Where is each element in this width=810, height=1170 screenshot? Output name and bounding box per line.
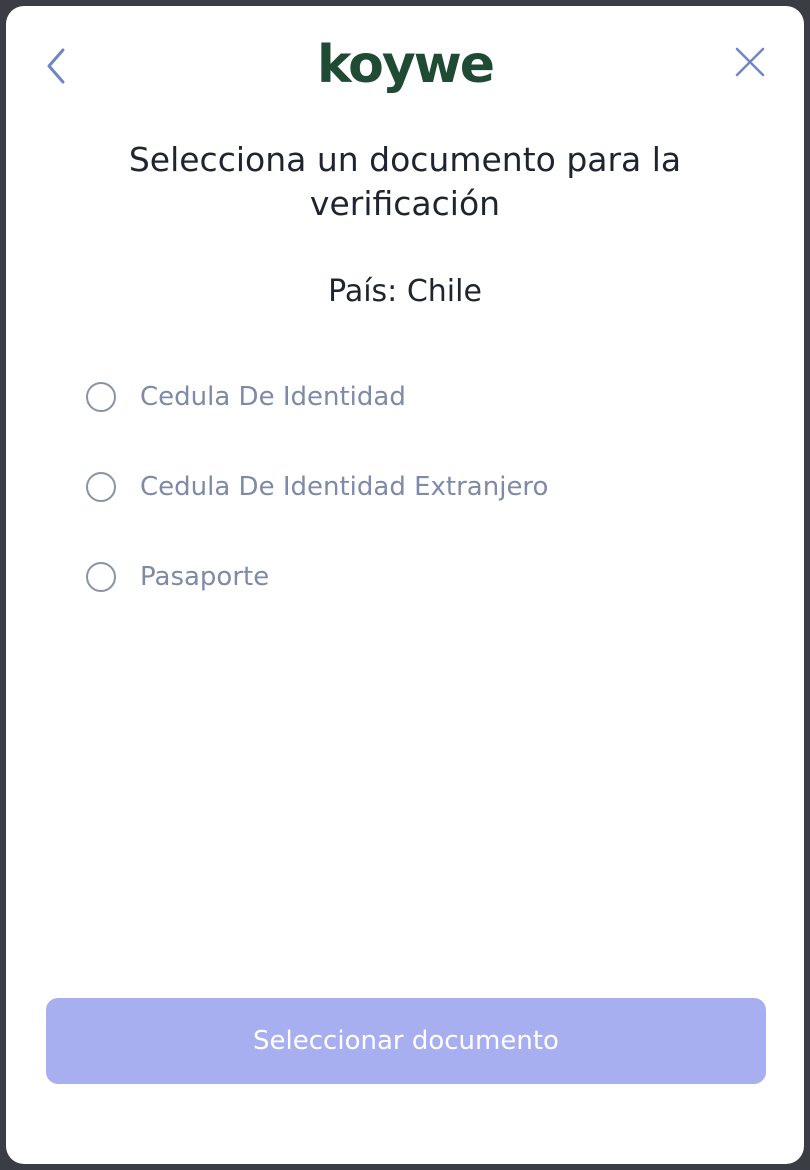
page-title: Selecciona un documento para la verifica… — [128, 140, 682, 223]
chevron-left-icon — [47, 48, 65, 84]
document-selection-modal: koywe Selecciona un documento para la ve… — [6, 6, 804, 1164]
radio-button[interactable] — [86, 382, 116, 412]
option-label: Cedula De Identidad — [140, 382, 406, 412]
back-button[interactable] — [36, 42, 76, 90]
select-document-button[interactable]: Seleccionar documento — [46, 998, 766, 1084]
close-icon — [735, 47, 765, 77]
option-label: Cedula De Identidad Extranjero — [140, 472, 549, 502]
logo-text: koywe — [316, 35, 495, 95]
country-label: País: Chile — [328, 274, 482, 309]
document-option-cedula[interactable]: Cedula De Identidad — [86, 362, 746, 432]
document-options: Cedula De Identidad Cedula De Identidad … — [86, 362, 746, 632]
close-button[interactable] — [728, 40, 772, 84]
document-option-pasaporte[interactable]: Pasaporte — [86, 542, 746, 612]
option-label: Pasaporte — [140, 562, 270, 592]
document-option-cedula-extranjero[interactable]: Cedula De Identidad Extranjero — [86, 452, 746, 522]
radio-button[interactable] — [86, 562, 116, 592]
radio-button[interactable] — [86, 472, 116, 502]
koywe-logo: koywe — [317, 34, 495, 96]
